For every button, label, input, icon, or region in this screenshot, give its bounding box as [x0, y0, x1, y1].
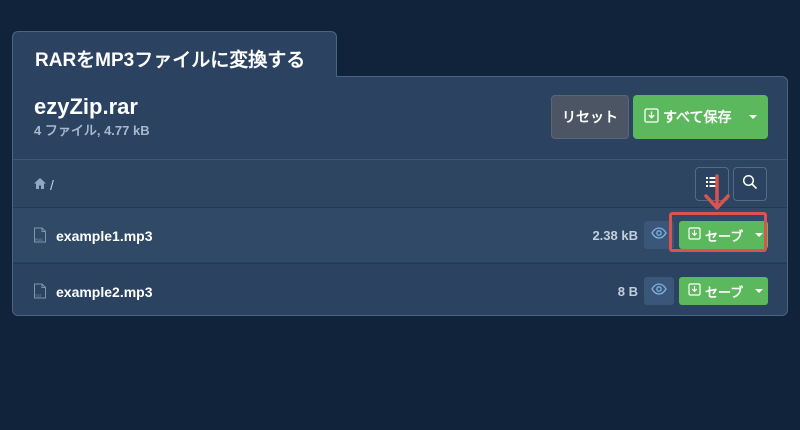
save-all-main[interactable]: すべて保存: [633, 95, 738, 139]
converter-tab: RARをMP3ファイルに変換する: [12, 31, 337, 77]
file-type-tag: TXT: [34, 294, 43, 298]
file-icon: TXT: [33, 283, 47, 304]
search-icon: [742, 174, 758, 195]
file-size: 2.38 kB: [592, 228, 638, 243]
search-button[interactable]: [733, 167, 767, 201]
reset-button[interactable]: リセット: [551, 95, 629, 139]
breadcrumb: /: [33, 177, 54, 193]
download-icon: [688, 283, 701, 299]
caret-down-icon: [754, 289, 763, 293]
save-label: セーブ: [705, 284, 744, 300]
archive-header: ezyZip.rar 4 ファイル, 4.77 kB リセット すべて保存: [13, 77, 787, 159]
file-row: TXT example2.mp3 8 B セーブ: [13, 263, 787, 315]
archive-meta: 4 ファイル, 4.77 kB: [34, 123, 150, 138]
eye-icon: [651, 226, 667, 244]
archive-panel: ezyZip.rar 4 ファイル, 4.77 kB リセット すべて保存 /: [12, 76, 788, 316]
file-name: example1.mp3: [56, 228, 153, 244]
download-icon: [644, 108, 659, 126]
save-all-button[interactable]: すべて保存: [633, 95, 768, 139]
home-icon[interactable]: [33, 177, 47, 193]
tab-join: [13, 75, 336, 78]
arrow-down-icon: [701, 174, 733, 219]
preview-button[interactable]: [644, 277, 674, 305]
tab-title: RARをMP3ファイルに変換する: [35, 50, 306, 71]
save-dropdown[interactable]: [749, 277, 768, 305]
archive-name: ezyZip.rar: [34, 94, 138, 119]
save-main[interactable]: セーブ: [679, 277, 749, 305]
save-all-dropdown[interactable]: [738, 95, 768, 139]
eye-icon: [651, 282, 667, 300]
save-all-label: すべて保存: [663, 109, 732, 125]
file-name: example2.mp3: [56, 284, 153, 300]
save-button[interactable]: セーブ: [679, 277, 768, 305]
breadcrumb-separator: /: [50, 177, 54, 193]
file-size: 8 B: [617, 284, 638, 299]
caret-down-icon: [749, 115, 757, 119]
file-toolbar: /: [13, 159, 787, 208]
file-type-tag: PNG: [35, 238, 43, 242]
file-icon: PNG: [33, 227, 47, 248]
